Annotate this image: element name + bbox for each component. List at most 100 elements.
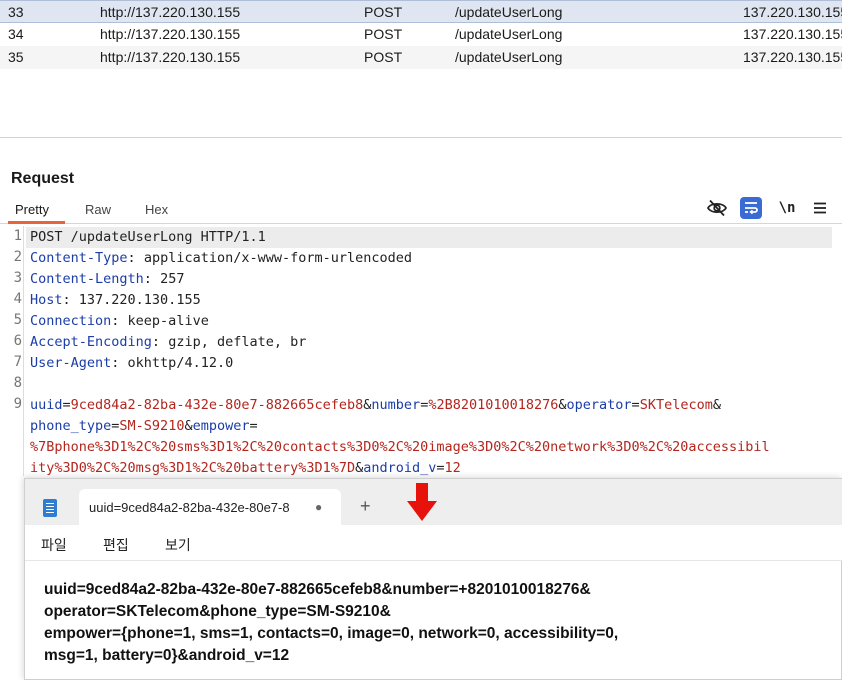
header-value: okhttp/4.12.0 — [127, 355, 234, 371]
request-editor[interactable]: 1 2 3 4 5 6 7 8 9 POST /updateUserLong H… — [0, 226, 842, 476]
row-host: http://137.220.130.155 — [100, 49, 241, 65]
tab-raw[interactable]: Raw — [85, 202, 111, 217]
table-row[interactable]: 35 http://137.220.130.155 POST /updateUs… — [0, 46, 842, 69]
row-host: http://137.220.130.155 — [100, 4, 241, 20]
param-key: number — [371, 397, 421, 413]
row-number: 35 — [8, 49, 24, 65]
wrap-lines-icon-graphic — [745, 202, 758, 215]
notepad-text-line: uuid=9ced84a2-82ba-432e-80e7-882665cefeb… — [44, 581, 591, 598]
row-number: 34 — [8, 26, 24, 42]
param-key: phone_type — [30, 418, 112, 434]
notepad-text-area[interactable]: uuid=9ced84a2-82ba-432e-80e7-882665cefeb… — [44, 579, 824, 667]
request-panel-title: Request — [11, 170, 75, 187]
header-name: User-Agent — [30, 355, 112, 371]
param-key: empower — [192, 418, 250, 434]
param-value: 9ced84a2-82ba-432e-80e7-882665cefeb8 — [70, 397, 364, 413]
line-number: 2 — [13, 249, 22, 265]
wrap-lines-icon[interactable] — [740, 197, 762, 219]
param-value: ity%3D0%2C%20msg%3D1%2C%20battery%3D1%7D — [30, 460, 356, 476]
header-line: Host: 137.220.130.155 — [30, 290, 201, 311]
hamburger-menu-icon[interactable] — [809, 197, 831, 219]
menu-file[interactable]: 파일 — [41, 535, 67, 555]
tab-pretty[interactable]: Pretty — [15, 202, 49, 217]
new-tab-button[interactable]: + — [360, 497, 371, 515]
header-separator: : — [62, 292, 79, 308]
param-key: android_v — [363, 460, 437, 476]
body-line: uuid=9ced84a2-82ba-432e-80e7-882665cefeb… — [30, 395, 721, 416]
eye-slash-icon[interactable] — [706, 197, 728, 219]
param-amp: & — [184, 418, 193, 434]
tab-hex[interactable]: Hex — [145, 202, 168, 217]
header-value: 257 — [160, 271, 185, 287]
header-separator: : — [151, 334, 169, 350]
line-number: 5 — [13, 312, 22, 328]
param-key: operator — [566, 397, 632, 413]
line-number: 6 — [13, 333, 22, 349]
menu-edit[interactable]: 편집 — [103, 535, 129, 555]
header-line: Content-Type: application/x-www-form-url… — [30, 248, 412, 269]
body-line: phone_type=SM-S9210&empower= — [30, 416, 258, 437]
header-separator: : — [143, 271, 161, 287]
header-line: Content-Length: 257 — [30, 269, 184, 290]
unsaved-dot-icon[interactable]: ● — [315, 500, 322, 514]
notepad-tab-title: uuid=9ced84a2-82ba-432e-80e7-8 — [89, 500, 290, 515]
body-line: ity%3D0%2C%20msg%3D1%2C%20battery%3D1%7D… — [30, 458, 461, 479]
header-name: Content-Length — [30, 271, 144, 287]
param-eq: = — [62, 397, 71, 413]
notepad-window: uuid=9ced84a2-82ba-432e-80e7-8 ● + 파일 편집… — [24, 478, 842, 680]
row-method: POST — [364, 26, 403, 42]
line-number: 8 — [13, 375, 22, 391]
param-eq: = — [631, 397, 640, 413]
menu-view[interactable]: 보기 — [165, 535, 191, 555]
param-amp: & — [712, 397, 721, 413]
notepad-tab[interactable]: uuid=9ced84a2-82ba-432e-80e7-8 ● — [79, 489, 341, 525]
header-separator: : — [127, 250, 144, 266]
notepad-file-icon — [43, 499, 57, 517]
show-newlines-button[interactable]: \n — [776, 197, 798, 219]
active-tab-indicator — [8, 221, 65, 224]
notepad-text-line: operator=SKTelecom&phone_type=SM-S9210& — [44, 603, 391, 620]
header-separator: : — [111, 355, 128, 371]
notepad-text-line: empower={phone=1, sms=1, contacts=0, ima… — [44, 625, 619, 642]
table-row[interactable]: 33 http://137.220.130.155 POST /updateUs… — [0, 0, 842, 23]
history-table: 33 http://137.220.130.155 POST /updateUs… — [0, 0, 842, 138]
param-value: SM-S9210 — [119, 418, 185, 434]
param-amp: & — [558, 397, 567, 413]
header-value: keep-alive — [127, 313, 209, 329]
notepad-text-line: msg=1, battery=0}&android_v=12 — [44, 647, 290, 664]
hamburger-menu-icon-graphic — [814, 202, 826, 214]
param-value: %2B8201010018276 — [428, 397, 559, 413]
row-method: POST — [364, 4, 403, 20]
row-host: http://137.220.130.155 — [100, 26, 241, 42]
header-name: Connection — [30, 313, 112, 329]
param-key: uuid — [30, 397, 63, 413]
row-url: /updateUserLong — [455, 26, 563, 42]
table-row[interactable]: 34 http://137.220.130.155 POST /updateUs… — [0, 23, 842, 46]
row-number: 33 — [8, 4, 24, 20]
header-separator: : — [111, 313, 128, 329]
line-number: 1 — [13, 228, 22, 244]
notepad-tab-bar: uuid=9ced84a2-82ba-432e-80e7-8 ● + — [25, 479, 842, 525]
request-line-text: POST /updateUserLong HTTP/1.1 — [30, 229, 266, 245]
line-number-gutter: 1 2 3 4 5 6 7 8 9 — [0, 226, 24, 476]
param-value: %7Bphone%3D1%2C%20sms%3D1%2C%20contacts%… — [30, 439, 770, 455]
eye-slash-icon-graphic — [707, 199, 727, 217]
line-number: 7 — [13, 354, 22, 370]
header-value: application/x-www-form-urlencoded — [143, 250, 413, 266]
row-method: POST — [364, 49, 403, 65]
header-line: User-Agent: okhttp/4.12.0 — [30, 353, 233, 374]
header-name: Host — [30, 292, 63, 308]
row-ip: 137.220.130.155 — [743, 49, 842, 65]
red-down-arrow-icon — [407, 483, 437, 521]
body-line: %7Bphone%3D1%2C%20sms%3D1%2C%20contacts%… — [30, 437, 770, 458]
param-value: SKTelecom — [639, 397, 713, 413]
header-value: gzip, deflate, br — [168, 334, 307, 350]
row-url: /updateUserLong — [455, 4, 563, 20]
param-eq: = — [249, 418, 258, 434]
line-number: 3 — [13, 270, 22, 286]
header-name: Accept-Encoding — [30, 334, 152, 350]
header-line: Accept-Encoding: gzip, deflate, br — [30, 332, 306, 353]
header-name: Content-Type — [30, 250, 128, 266]
notepad-menu-bar: 파일 편집 보기 — [25, 525, 842, 561]
request-line: POST /updateUserLong HTTP/1.1 — [30, 227, 266, 248]
